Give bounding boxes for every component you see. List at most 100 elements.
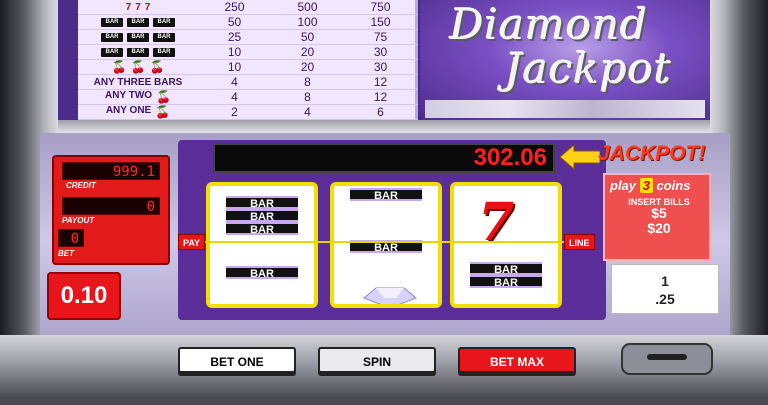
bet-max-button[interactable]: BET MAX — [458, 347, 576, 373]
cherry-icon: 🍒 — [111, 60, 127, 74]
paytable-symbols: BAR BAR BAR — [78, 32, 198, 42]
paytable-symbols: ANY TWO 🍒 — [78, 90, 198, 104]
payout-label: PAYOUT — [62, 216, 95, 225]
coins-suffix: coins — [656, 178, 691, 193]
bet-per-coin-box: 1 .25 — [611, 264, 719, 314]
paytable-symbols: BAR BAR BAR — [78, 47, 198, 57]
reel3-bar-2: BAR — [470, 275, 542, 289]
payout-value: 12 — [373, 90, 388, 104]
reel-1: BAR BAR BAR BAR — [206, 182, 318, 308]
payout-value: 10 — [227, 45, 242, 59]
payout-value: 4 — [231, 75, 238, 89]
payout-value: 50 — [227, 15, 242, 29]
payout-value: 750 — [370, 0, 391, 14]
payline-right-tag: LINE — [564, 234, 595, 250]
payout-value: 25 — [227, 30, 242, 44]
paytable-symbols: ANY THREE BARS — [78, 77, 198, 88]
bar-symbol: BAR — [153, 32, 175, 42]
payout-value: 150 — [370, 15, 391, 29]
paytable-symbols: 777 — [78, 2, 198, 13]
payout-value: 2 — [231, 105, 238, 119]
bar-symbol: BAR — [101, 32, 123, 42]
reel-2: BAR BAR — [330, 182, 442, 308]
reel3-bar-1: BAR — [470, 262, 542, 276]
payout-value: 500 — [297, 0, 318, 14]
cherry-icon: 🍒 — [156, 90, 171, 104]
payout-value: 50 — [300, 30, 315, 44]
seven-symbol: 7 — [144, 1, 151, 13]
logo-line-2: Jackpot — [505, 44, 672, 93]
seven-symbol: 7 — [135, 1, 141, 13]
bar-symbol: BAR — [101, 47, 123, 57]
bar-symbol: BAR — [127, 32, 149, 42]
bill-20: $20 — [647, 220, 671, 236]
payout-value: 30 — [373, 45, 388, 59]
reel3-seven: 7 — [478, 192, 515, 253]
bar-symbol: BAR — [153, 17, 175, 27]
logo-line-1: Diamond — [450, 0, 649, 49]
credit-meter: 999.1 — [62, 162, 160, 180]
payline-left-tag: PAY — [178, 234, 206, 250]
payout-value: 8 — [304, 90, 311, 104]
bar-symbol: BAR — [101, 17, 123, 27]
payout-meter: 0 — [62, 197, 160, 215]
jackpot-arrow-icon — [560, 143, 600, 171]
payout-value: 20 — [300, 45, 315, 59]
payline — [183, 241, 589, 243]
payout-value: 75 — [373, 30, 388, 44]
bet-one-button[interactable]: BET ONE — [178, 347, 296, 373]
jackpot-display: 302.06 — [213, 143, 555, 173]
payout-value: 30 — [373, 60, 388, 74]
denomination-button[interactable]: 0.10 — [47, 272, 121, 320]
seven-symbol: 7 — [125, 1, 132, 13]
cherry-icon: 🍒 — [155, 105, 171, 119]
paytable-row: BAR BAR BAR 50 100 150 — [78, 15, 418, 30]
reel1-bar-bottom: BAR — [226, 266, 298, 280]
payout-value: 100 — [297, 15, 318, 29]
coins-bet-value: 1 — [661, 273, 669, 289]
logo-diamond-shelf — [425, 100, 705, 118]
reel-3: 7 BAR BAR — [450, 182, 562, 308]
coins-count: 3 — [639, 178, 653, 193]
bill-5: $5 — [651, 205, 667, 221]
diamond-icon — [363, 287, 417, 304]
paytable-row: ANY THREE BARS 4 8 12 — [78, 75, 418, 90]
play-coins-text: play 3 coins — [610, 178, 690, 193]
reel1-bar-2: BAR — [226, 209, 298, 223]
cherry-icon: 🍒 — [130, 60, 146, 74]
meters-panel: 999.1 CREDIT 0 PAYOUT 0 BET — [52, 155, 170, 265]
paytable-row: 🍒 🍒 🍒 10 20 30 — [78, 60, 418, 75]
payout-value: 4 — [231, 90, 238, 104]
paytable-label: ANY TWO — [105, 90, 153, 101]
paytable-symbols: ANY ONE 🍒 — [78, 105, 198, 119]
payout-value: 8 — [304, 75, 311, 89]
cherry-icon: 🍒 — [149, 60, 165, 74]
coin-slot-icon[interactable] — [612, 336, 722, 380]
reel2-bar-top: BAR — [350, 188, 422, 202]
bet-label: BET — [58, 249, 74, 258]
paytable-label: ANY THREE BARS — [93, 76, 183, 88]
paytable-row: ANY ONE 🍒 2 4 6 — [78, 105, 418, 120]
paytable-symbols: BAR BAR BAR — [78, 17, 198, 27]
spin-button[interactable]: SPIN — [318, 347, 436, 373]
reel1-bar-1: BAR — [226, 196, 298, 210]
play-prefix: play — [610, 178, 637, 193]
paytable-row: ANY TWO 🍒 4 8 12 — [78, 90, 418, 105]
paytable-label: ANY ONE — [105, 105, 152, 116]
payout-value: 6 — [377, 105, 384, 119]
payout-value: 250 — [224, 0, 245, 14]
paytable-row: BAR BAR BAR 25 50 75 — [78, 30, 418, 45]
bet-meter: 0 — [58, 229, 84, 247]
paytable-row: BAR BAR BAR 10 20 30 — [78, 45, 418, 60]
credit-label: CREDIT — [66, 181, 96, 190]
payout-value: 12 — [373, 75, 388, 89]
paytable-symbols: 🍒 🍒 🍒 — [78, 60, 198, 74]
chrome-divider — [58, 120, 710, 134]
paytable: 7 7 7 250 500 750 BAR BAR BAR 50 100 150 BAR BAR BAR 25… — [78, 0, 418, 120]
bar-symbol: BAR — [153, 47, 175, 57]
bar-symbol: BAR — [127, 17, 149, 27]
jackpot-label: JACKPOT! — [598, 142, 706, 165]
payout-value: 4 — [304, 105, 311, 119]
payout-value: 20 — [300, 60, 315, 74]
reel1-bar-3: BAR — [226, 222, 298, 236]
